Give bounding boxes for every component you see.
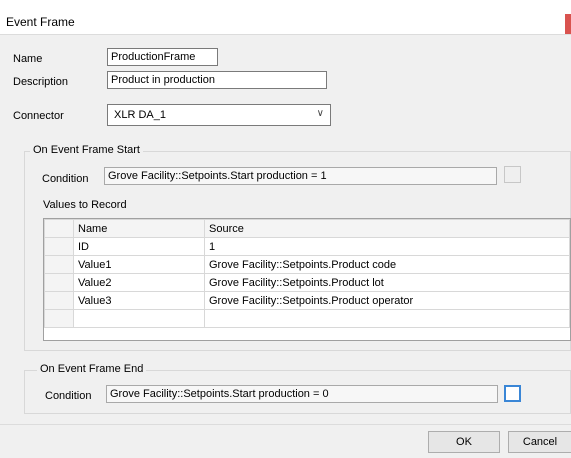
row-source-cell[interactable] (204, 309, 570, 328)
row-name-cell[interactable] (73, 309, 205, 328)
connector-value: XLR DA_1 (114, 109, 166, 121)
description-label: Description (13, 76, 69, 88)
table-row[interactable]: ID 1 (44, 237, 570, 256)
connector-label: Connector (13, 110, 64, 122)
start-condition-label: Condition (42, 173, 89, 185)
column-header-source[interactable]: Source (204, 219, 570, 238)
name-label: Name (13, 53, 43, 65)
values-grid: Name Source ID 1 Value1 Grove Facility::… (43, 218, 571, 341)
end-condition-browse-button[interactable] (504, 385, 521, 402)
row-name-cell[interactable]: Value1 (73, 255, 205, 274)
table-row[interactable]: Value2 Grove Facility::Setpoints.Product… (44, 273, 570, 292)
table-row[interactable]: Value3 Grove Facility::Setpoints.Product… (44, 291, 570, 310)
start-condition-field[interactable]: Grove Facility::Setpoints.Start producti… (104, 167, 497, 185)
row-header[interactable] (44, 237, 74, 256)
row-source-cell[interactable]: Grove Facility::Setpoints.Product lot (204, 273, 570, 292)
close-icon[interactable] (565, 14, 571, 34)
row-name-cell[interactable]: Value2 (73, 273, 205, 292)
name-field[interactable]: ProductionFrame (107, 48, 218, 66)
values-to-record-label: Values to Record (43, 199, 127, 211)
column-header-name[interactable]: Name (73, 219, 205, 238)
connector-select[interactable]: XLR DA_1 ∨ (107, 104, 331, 126)
row-header[interactable] (44, 273, 74, 292)
table-row-new[interactable] (44, 309, 570, 328)
chevron-down-icon: ∨ (316, 108, 324, 119)
ok-button[interactable]: OK (428, 431, 500, 453)
row-source-cell[interactable]: Grove Facility::Setpoints.Product operat… (204, 291, 570, 310)
cancel-button[interactable]: Cancel (508, 431, 571, 453)
start-condition-browse-button[interactable] (504, 166, 521, 183)
row-header-corner (44, 219, 74, 238)
row-name-cell[interactable]: ID (73, 237, 205, 256)
row-header[interactable] (44, 291, 74, 310)
end-condition-field[interactable]: Grove Facility::Setpoints.Start producti… (106, 385, 498, 403)
row-header[interactable] (44, 309, 74, 328)
end-condition-label: Condition (45, 390, 92, 402)
end-group-legend: On Event Frame End (37, 363, 147, 375)
row-header[interactable] (44, 255, 74, 274)
row-source-cell[interactable]: Grove Facility::Setpoints.Product code (204, 255, 570, 274)
table-row[interactable]: Value1 Grove Facility::Setpoints.Product… (44, 255, 570, 274)
description-field[interactable]: Product in production (107, 71, 327, 89)
title-bar (0, 0, 571, 34)
window-title: Event Frame (6, 15, 75, 29)
row-name-cell[interactable]: Value3 (73, 291, 205, 310)
grid-header-row: Name Source (44, 219, 570, 238)
row-source-cell[interactable]: 1 (204, 237, 570, 256)
start-group-legend: On Event Frame Start (30, 144, 143, 156)
